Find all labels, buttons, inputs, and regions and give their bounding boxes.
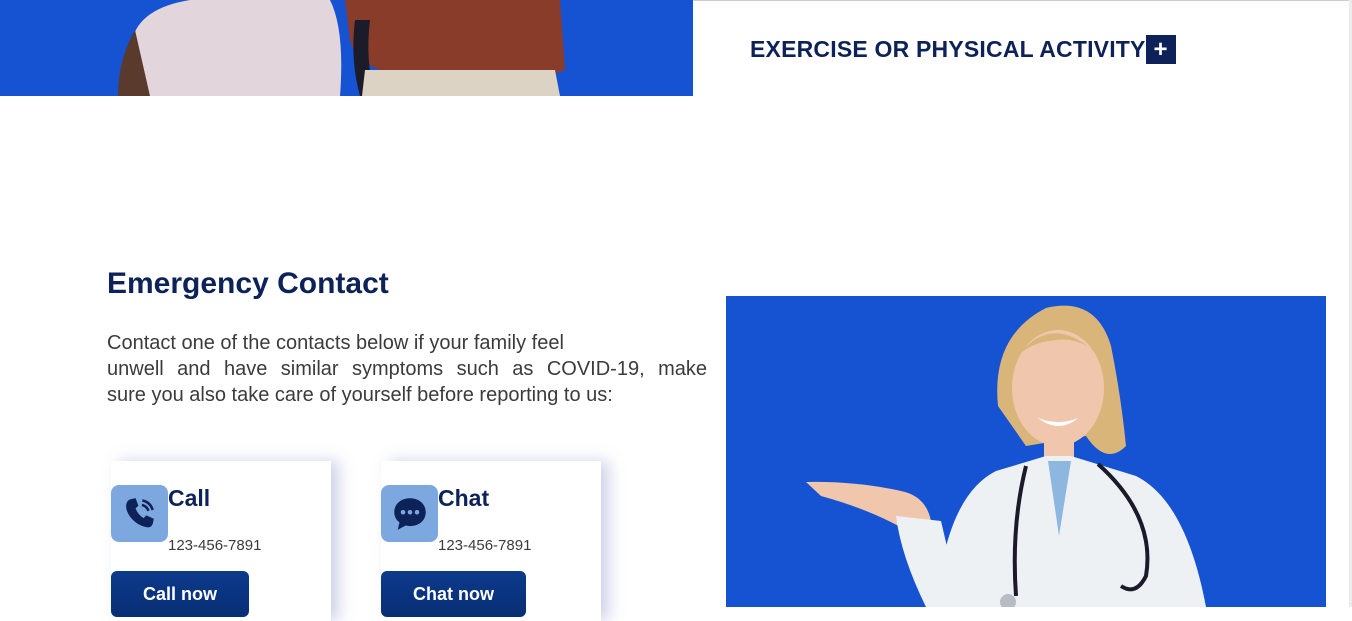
accordion-title-text: EXERCISE OR PHYSICAL ACTIVITY: [750, 36, 1146, 62]
call-card: Call 123-456-7891 Call now: [111, 461, 331, 621]
doctor-illustration: [806, 305, 1206, 607]
description-line: sure you also take care of yourself befo…: [107, 384, 613, 406]
doctor-photo: [726, 296, 1326, 607]
chat-bubble-icon: [381, 485, 438, 542]
hero-people-photo: [0, 0, 693, 96]
call-title: Call: [168, 485, 211, 511]
people-illustration: [118, 0, 565, 96]
emergency-description: Contact one of the contacts below if you…: [107, 330, 707, 408]
plus-icon[interactable]: +: [1145, 35, 1176, 64]
chat-title: Chat: [438, 485, 490, 511]
chat-now-button[interactable]: Chat now: [381, 571, 526, 617]
top-divider: [693, 0, 1352, 1]
chat-card: Chat 123-456-7891 Chat now: [381, 461, 601, 621]
phone-icon: [111, 485, 168, 542]
description-line: unwell and have similar symptoms such as…: [107, 358, 707, 380]
call-number: 123-456-7891: [168, 537, 262, 554]
emergency-contact-title: Emergency Contact: [107, 267, 389, 300]
accordion-exercise[interactable]: EXERCISE OR PHYSICAL ACTIVITY +: [750, 35, 1176, 64]
description-line: Contact one of the contacts below if you…: [107, 332, 564, 354]
call-now-button[interactable]: Call now: [111, 571, 249, 617]
chat-number: 123-456-7891: [438, 537, 532, 554]
